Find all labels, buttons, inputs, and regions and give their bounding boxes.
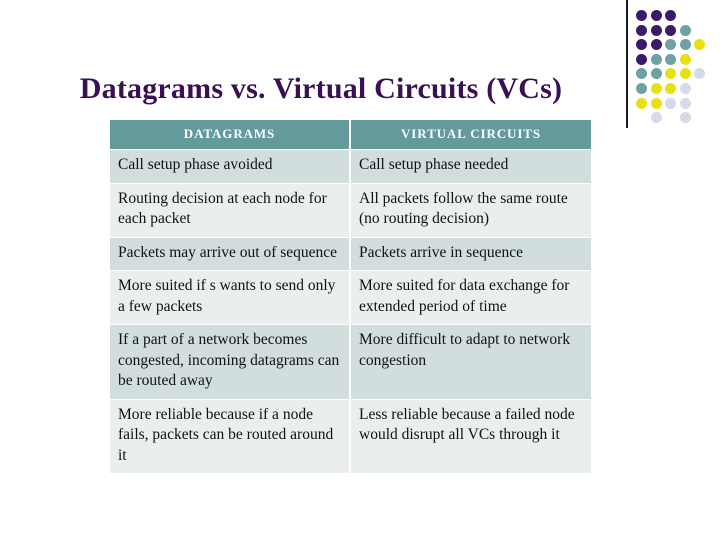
- dot-grid: [636, 10, 718, 130]
- decorative-dot-purple: [650, 24, 662, 36]
- vertical-rule: [626, 0, 628, 128]
- table-row: Packets may arrive out of sequence Packet…: [110, 237, 591, 270]
- decorative-dot-teal: [650, 68, 662, 80]
- decorative-dot-teal: [665, 39, 677, 51]
- cell-virtual-circuits: More suited for data exchange for extend…: [351, 271, 591, 324]
- decorative-dot-lavender: [679, 83, 691, 94]
- decorative-dot-yellow: [679, 68, 691, 80]
- decorative-dot-lavender: [679, 97, 691, 109]
- slide-canvas: Datagrams vs. Virtual Circuits (VCs) DAT…: [0, 0, 720, 540]
- decorative-dot-lavender: [694, 68, 706, 80]
- cell-datagrams: If a part of a network becomes congested…: [110, 325, 349, 399]
- decorative-dot-yellow: [679, 53, 691, 65]
- decorative-dot-yellow: [636, 97, 647, 109]
- decorative-dot-teal: [650, 53, 662, 65]
- dot-grid-decoration: [626, 0, 720, 132]
- decorative-dot-yellow: [650, 97, 662, 109]
- table-row: More suited if s wants to send only a fe…: [110, 271, 591, 324]
- decorative-dot-purple: [636, 10, 647, 21]
- page-title: Datagrams vs. Virtual Circuits (VCs): [79, 72, 563, 105]
- decorative-dot-purple: [650, 39, 662, 51]
- decorative-dot-purple: [636, 24, 647, 36]
- table-row: If a part of a network becomes congested…: [110, 325, 591, 399]
- decorative-dot-teal: [636, 83, 647, 94]
- column-header-datagrams: DATAGRAMS: [110, 120, 349, 149]
- cell-datagrams: Routing decision at each node for each p…: [110, 183, 349, 237]
- decorative-dot-yellow: [650, 83, 662, 94]
- decorative-dot-lavender: [650, 112, 662, 124]
- decorative-dot-purple: [636, 39, 647, 51]
- cell-datagrams: More reliable because if a node fails, p…: [110, 399, 349, 473]
- decorative-dot-purple: [636, 53, 647, 65]
- column-header-virtual-circuits: VIRTUAL CIRCUITS: [351, 120, 591, 149]
- decorative-dot-teal: [679, 39, 691, 51]
- decorative-dot-teal: [679, 24, 691, 36]
- cell-virtual-circuits: Less reliable because a failed node woul…: [351, 399, 591, 473]
- table-header: DATAGRAMS VIRTUAL CIRCUITS: [110, 120, 591, 149]
- decorative-dot-yellow: [665, 68, 677, 80]
- decorative-dot-purple: [665, 24, 677, 36]
- decorative-dot-lavender: [665, 97, 677, 109]
- decorative-dot-lavender: [679, 112, 691, 124]
- cell-datagrams: Call setup phase avoided: [110, 150, 349, 183]
- table-header-row: DATAGRAMS VIRTUAL CIRCUITS: [110, 120, 591, 149]
- table-row: More reliable because if a node fails, p…: [110, 399, 591, 473]
- decorative-dot-purple: [650, 10, 662, 21]
- table-row: Routing decision at each node for each p…: [110, 183, 591, 237]
- decorative-dot-yellow: [694, 39, 706, 51]
- decorative-dot-purple: [665, 10, 677, 21]
- cell-virtual-circuits: All packets follow the same route (no ro…: [351, 183, 591, 237]
- cell-virtual-circuits: Packets arrive in sequence: [351, 237, 591, 270]
- cell-virtual-circuits: More difficult to adapt to network conge…: [351, 325, 591, 399]
- decorative-dot-teal: [665, 53, 677, 65]
- datagrams-vs-virtual-circuits-table: DATAGRAMS VIRTUAL CIRCUITS Call setup ph…: [108, 119, 593, 474]
- cell-datagrams: More suited if s wants to send only a fe…: [110, 271, 349, 324]
- table-body: Call setup phase avoided Call setup phase…: [110, 150, 591, 473]
- decorative-dot-teal: [636, 68, 647, 80]
- table-row: Call setup phase avoided Call setup phase…: [110, 150, 591, 183]
- cell-virtual-circuits: Call setup phase needed: [351, 150, 591, 183]
- decorative-dot-yellow: [665, 83, 677, 94]
- table-container: DATAGRAMS VIRTUAL CIRCUITS Call setup ph…: [108, 119, 591, 474]
- cell-datagrams: Packets may arrive out of sequence: [110, 237, 349, 270]
